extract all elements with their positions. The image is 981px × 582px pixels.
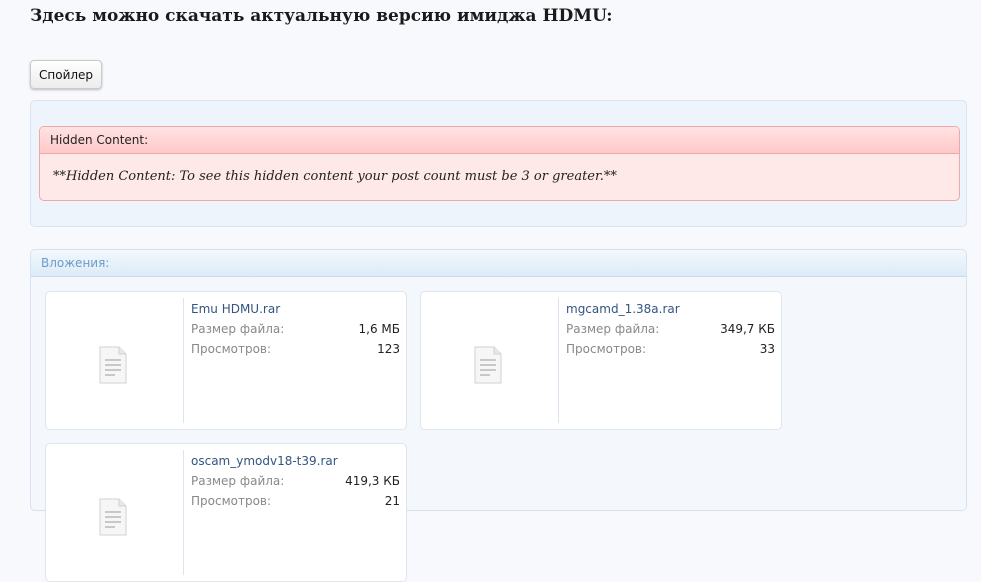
file-size-label: Размер файла: (566, 322, 660, 336)
file-size-value: 419,3 КБ (345, 474, 400, 488)
hidden-content-header: Hidden Content: (40, 127, 959, 154)
views-label: Просмотров: (191, 494, 272, 508)
hidden-content-box: Hidden Content: **Hidden Content: To see… (39, 126, 960, 201)
file-size-label: Размер файла: (191, 474, 285, 488)
attachment-thumbnail[interactable] (46, 450, 184, 575)
views-label: Просмотров: (566, 342, 647, 356)
document-icon (99, 346, 127, 384)
views-value: 33 (759, 342, 775, 356)
attachment-card: mgcamd_1.38a.rar Размер файла: 349,7 КБ П… (420, 291, 782, 430)
attachments-title: Вложения: (31, 250, 966, 277)
views-label: Просмотров: (191, 342, 272, 356)
attachment-filename-link[interactable]: Emu HDMU.rar (191, 301, 400, 321)
attachment-card: Emu HDMU.rar Размер файла: 1,6 МБ Просмот… (45, 291, 407, 430)
file-size-value: 1,6 МБ (358, 322, 400, 336)
file-size-value: 349,7 КБ (720, 322, 775, 336)
attachment-filename-link[interactable]: mgcamd_1.38a.rar (566, 301, 775, 321)
spoiler-content: Hidden Content: **Hidden Content: To see… (30, 100, 967, 227)
attachment-thumbnail[interactable] (421, 298, 559, 423)
views-value: 123 (377, 342, 400, 356)
document-icon (474, 346, 502, 384)
spoiler-button[interactable]: Спойлер (30, 60, 103, 89)
attachment-thumbnail[interactable] (46, 298, 184, 423)
post-heading: Здесь можно скачать актуальную версию им… (30, 6, 613, 26)
views-value: 21 (384, 494, 400, 508)
hidden-content-message: **Hidden Content: To see this hidden con… (53, 169, 617, 184)
attachments-section: Вложения: Emu HDMU.rar Размер файла: 1,6 … (30, 249, 967, 582)
document-icon (99, 498, 127, 536)
file-size-label: Размер файла: (191, 322, 285, 336)
attachment-filename-link[interactable]: oscam_ymodv18-t39.rar (191, 453, 400, 473)
attachment-card: oscam_ymodv18-t39.rar Размер файла: 419,3… (45, 443, 407, 582)
